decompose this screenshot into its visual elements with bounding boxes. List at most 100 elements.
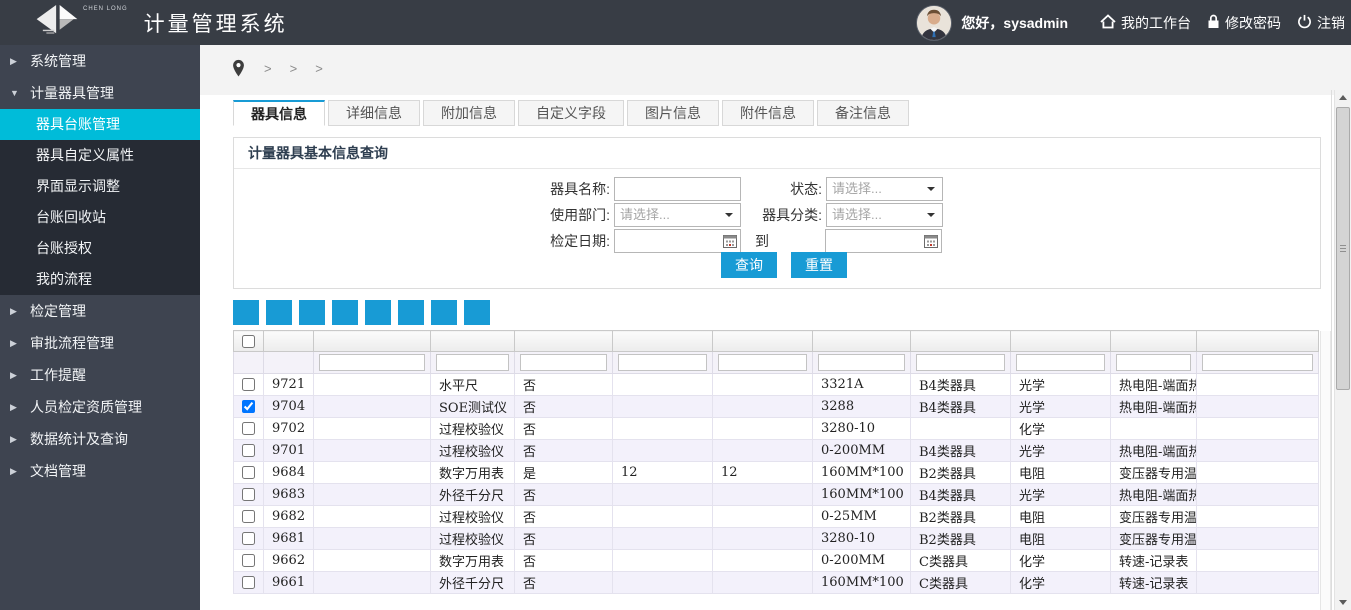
scrollbar-thumb[interactable] [1336,107,1350,390]
query-button[interactable]: 查询 [721,252,777,278]
nav-logout[interactable]: 注销 [1297,13,1345,33]
row-checkbox[interactable] [242,422,255,435]
table-row[interactable]: 9721 水平尺 否 3321A B4类器具 光学 热电阻-端面热... [234,374,1319,396]
sidebar-item[interactable]: 审批流程管理 [0,328,200,359]
column-header[interactable] [1197,331,1319,352]
breadcrumb-link[interactable] [306,60,332,76]
tab[interactable]: 器具信息 [233,100,325,126]
sidebar-item[interactable]: 人员检定资质管理 [0,392,200,423]
column-header[interactable] [314,331,431,352]
brand-subtext: CHEN LONG [83,6,128,12]
tab[interactable]: 备注信息 [817,100,909,126]
header-user-area: 您好，sysadmin 我的工作台 修改密码 注销 [916,5,1345,41]
table-row[interactable]: 9662 数字万用表 否 0-200MM C类器具 化学 转速-记录表 [234,550,1319,572]
sidebar-item[interactable]: 台账回收站 [0,202,200,233]
row-checkbox[interactable] [242,444,255,457]
caret-icon [10,424,17,455]
tab[interactable]: 附件信息 [722,100,814,126]
column-header[interactable] [911,331,1011,352]
scroll-down-arrow-icon[interactable] [1335,594,1351,610]
avatar[interactable] [916,5,952,41]
toolbar-button[interactable] [398,300,424,325]
table-row[interactable]: 9704 SOE测试仪 否 3288 B4类器具 光学 热电阻-端面热... [234,396,1319,418]
calendar-icon[interactable] [924,234,938,251]
column-header[interactable] [264,331,314,352]
breadcrumb-link[interactable] [281,60,307,76]
breadcrumb-link[interactable] [255,60,281,76]
table-row[interactable]: 9683 外径千分尺 否 160MM*100 B4类器具 光学 热电阻-端面热.… [234,484,1319,506]
reset-button[interactable]: 重置 [791,252,847,278]
row-checkbox[interactable] [242,488,255,501]
filter-input[interactable] [436,354,509,371]
filter-input[interactable] [618,354,707,371]
row-checkbox[interactable] [242,510,255,523]
filter-input[interactable] [1116,354,1191,371]
table-row[interactable]: 9701 过程校验仪 否 0-200MM B4类器具 光学 热电阻-端面热... [234,440,1319,462]
tab[interactable]: 图片信息 [627,100,719,126]
nav-workbench[interactable]: 我的工作台 [1100,13,1191,33]
column-header[interactable] [431,331,515,352]
toolbar-button[interactable] [332,300,358,325]
column-header[interactable] [613,331,713,352]
table-row[interactable]: 9681 过程校验仪 否 3280-10 B2类器具 电阻 变压器专用温... [234,528,1319,550]
sidebar-item[interactable]: 文档管理 [0,456,200,487]
toolbar-button[interactable] [266,300,292,325]
cell-class: 化学 [1011,550,1111,572]
toolbar-button[interactable] [233,300,259,325]
toolbar-button[interactable] [464,300,490,325]
scroll-up-arrow-icon[interactable] [1335,90,1351,106]
sidebar-item[interactable]: 检定管理 [0,296,200,327]
row-checkbox[interactable] [242,378,255,391]
cell-cert-no [314,418,431,440]
nav-change-password[interactable]: 修改密码 [1207,13,1281,33]
row-checkbox-cell [234,528,264,550]
field-instrument-name: 器具名称: [484,176,741,201]
table-row[interactable]: 9682 过程校验仪 否 0-25MM B2类器具 电阻 变压器专用温... [234,506,1319,528]
date-to-input[interactable] [825,229,942,253]
status-select[interactable]: 请选择... [826,177,943,201]
category-select[interactable]: 请选择... [826,203,943,227]
sidebar-item[interactable]: 台账授权 [0,233,200,264]
filter-input[interactable] [1016,354,1105,371]
filter-input[interactable] [319,354,425,371]
sidebar-item[interactable]: 器具自定义属性 [0,140,200,171]
table-row[interactable]: 9684 数字万用表 是 12 12 160MM*100 B2类器具 电阻 变压… [234,462,1319,484]
filter-cell [613,352,713,374]
filter-input[interactable] [1202,354,1313,371]
toolbar-button[interactable] [299,300,325,325]
row-checkbox[interactable] [242,554,255,567]
column-header[interactable] [813,331,911,352]
filter-cell [431,352,515,374]
sidebar-item[interactable]: 我的流程 [0,264,200,295]
column-header[interactable] [515,331,613,352]
sidebar-item-label: 台账回收站 [36,209,106,225]
column-header[interactable] [713,331,813,352]
tab[interactable]: 详细信息 [328,100,420,126]
row-checkbox[interactable] [242,400,255,413]
row-checkbox[interactable] [242,576,255,589]
toolbar-button[interactable] [431,300,457,325]
filter-input[interactable] [916,354,1005,371]
vertical-scrollbar[interactable] [1334,90,1351,610]
column-header[interactable] [1111,331,1197,352]
select-all-checkbox[interactable] [242,335,255,348]
sidebar-item[interactable]: 界面显示调整 [0,171,200,202]
sidebar-item[interactable]: 数据统计及查询 [0,424,200,455]
filter-input[interactable] [718,354,807,371]
row-checkbox[interactable] [242,532,255,545]
filter-input[interactable] [818,354,905,371]
sidebar-item[interactable]: 系统管理 [0,46,200,77]
sidebar-item[interactable]: 工作提醒 [0,360,200,391]
column-header[interactable] [1011,331,1111,352]
row-checkbox[interactable] [242,466,255,479]
table-row[interactable]: 9702 过程校验仪 否 3280-10 化学 [234,418,1319,440]
toolbar-button[interactable] [365,300,391,325]
grid-scroll-track[interactable] [1320,331,1331,610]
cell-kind [1111,418,1197,440]
sidebar-item[interactable]: 计量器具管理 [0,78,200,109]
filter-input[interactable] [520,354,607,371]
tab[interactable]: 自定义字段 [518,100,624,126]
tab[interactable]: 附加信息 [423,100,515,126]
sidebar-item[interactable]: 器具台账管理 [0,109,200,140]
table-row[interactable]: 9661 外径千分尺 否 160MM*100 C类器具 化学 转速-记录表 [234,572,1319,594]
